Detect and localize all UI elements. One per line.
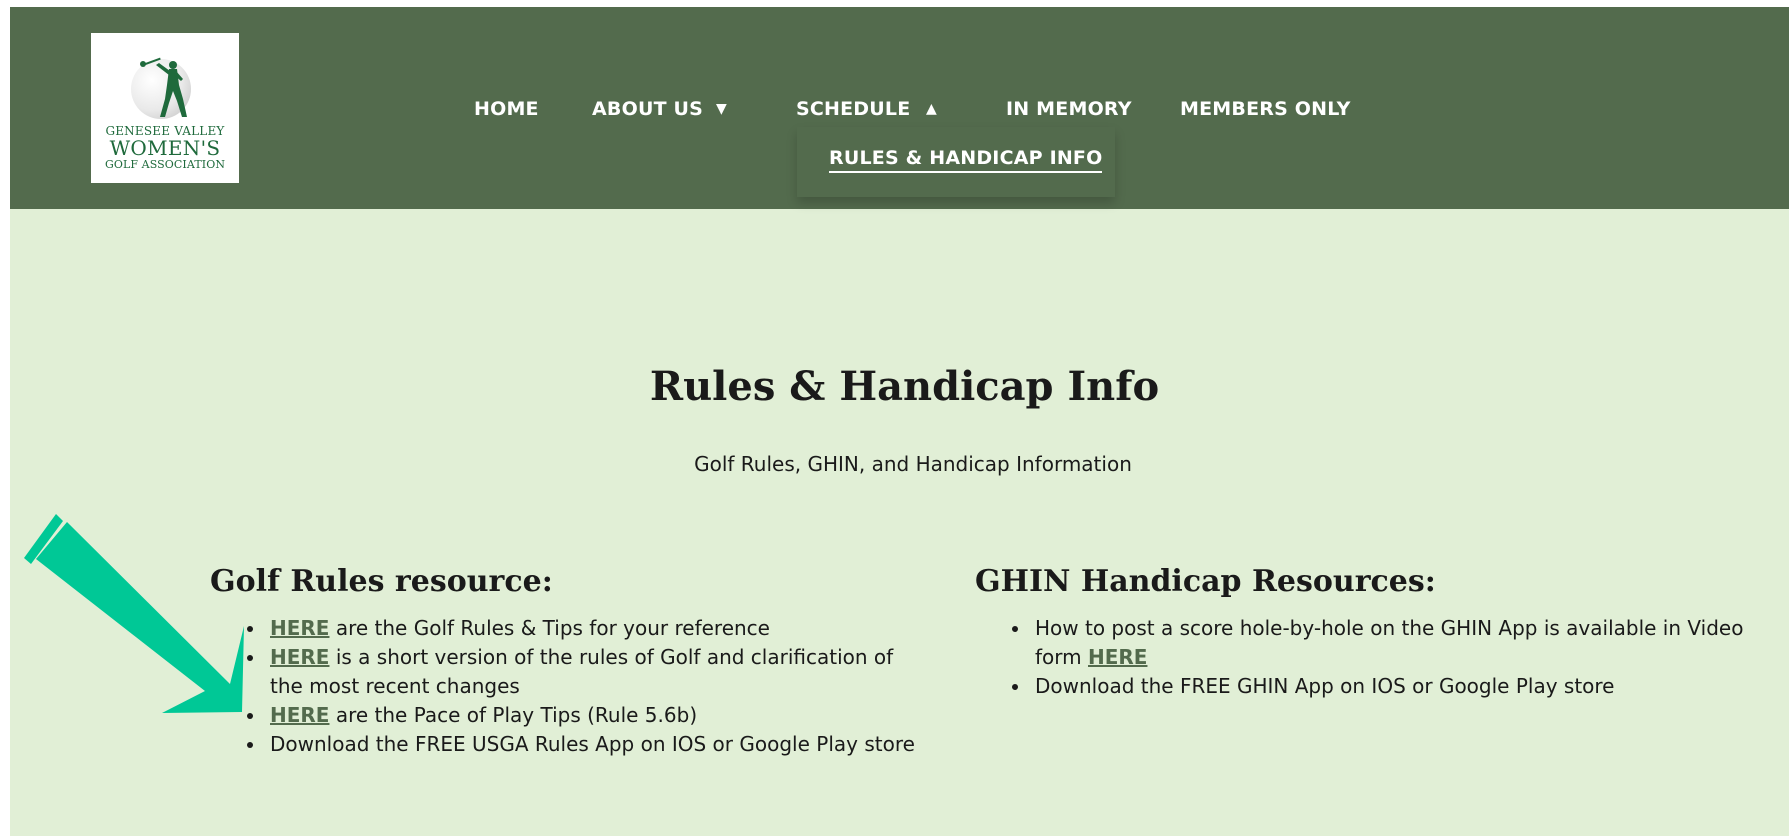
golf-rules-heading: Golf Rules resource: (210, 564, 553, 599)
list-item-text: are the Golf Rules & Tips for your refer… (329, 616, 770, 640)
here-link[interactable]: HERE (270, 616, 329, 640)
page-title: Rules & Handicap Info (649, 363, 1160, 410)
chevron-up-icon[interactable]: ▲ (926, 97, 937, 121)
nav-members-only[interactable]: MEMBERS ONLY (1180, 97, 1351, 121)
list-item: HERE is a short version of the rules of … (266, 643, 926, 701)
golf-rules-list: HERE are the Golf Rules & Tips for your … (242, 614, 926, 759)
list-item-text: Download the FREE GHIN App on IOS or Goo… (1035, 674, 1615, 698)
here-link[interactable]: HERE (1088, 645, 1147, 669)
list-item: HERE are the Golf Rules & Tips for your … (266, 614, 926, 643)
schedule-dropdown: RULES & HANDICAP INFO (797, 127, 1115, 197)
nav-about-us[interactable]: ABOUT US (592, 97, 703, 121)
pointer-arrow-icon (24, 514, 244, 713)
page-subtitle: Golf Rules, GHIN, and Handicap Informati… (694, 452, 1132, 476)
list-item-text: Download the FREE USGA Rules App on IOS … (270, 732, 915, 756)
dropdown-rules-handicap-info[interactable]: RULES & HANDICAP INFO (829, 145, 1103, 173)
list-item-text: are the Pace of Play Tips (Rule 5.6b) (329, 703, 698, 727)
logo-line-2: WOMEN'S (109, 136, 221, 160)
nav-in-memory[interactable]: IN MEMORY (1006, 97, 1132, 121)
list-item-text: is a short version of the rules of Golf … (270, 645, 894, 698)
chevron-down-icon[interactable]: ▼ (716, 97, 727, 121)
nav-home[interactable]: HOME (474, 97, 539, 121)
list-item: How to post a score hole-by-hole on the … (1031, 614, 1771, 672)
ghin-resources-list: How to post a score hole-by-hole on the … (1007, 614, 1771, 701)
ghin-resources-heading: GHIN Handicap Resources: (975, 564, 1436, 599)
here-link[interactable]: HERE (270, 645, 329, 669)
list-item: Download the FREE GHIN App on IOS or Goo… (1031, 672, 1771, 701)
nav-schedule[interactable]: SCHEDULE (796, 97, 910, 121)
golfer-icon (140, 57, 187, 117)
site-logo[interactable]: GENESEE VALLEY WOMEN'S GOLF ASSOCIATION (91, 33, 239, 183)
logo-line-3: GOLF ASSOCIATION (104, 158, 226, 171)
list-item: HERE are the Pace of Play Tips (Rule 5.6… (266, 701, 926, 730)
list-item: Download the FREE USGA Rules App on IOS … (266, 730, 926, 759)
here-link[interactable]: HERE (270, 703, 329, 727)
